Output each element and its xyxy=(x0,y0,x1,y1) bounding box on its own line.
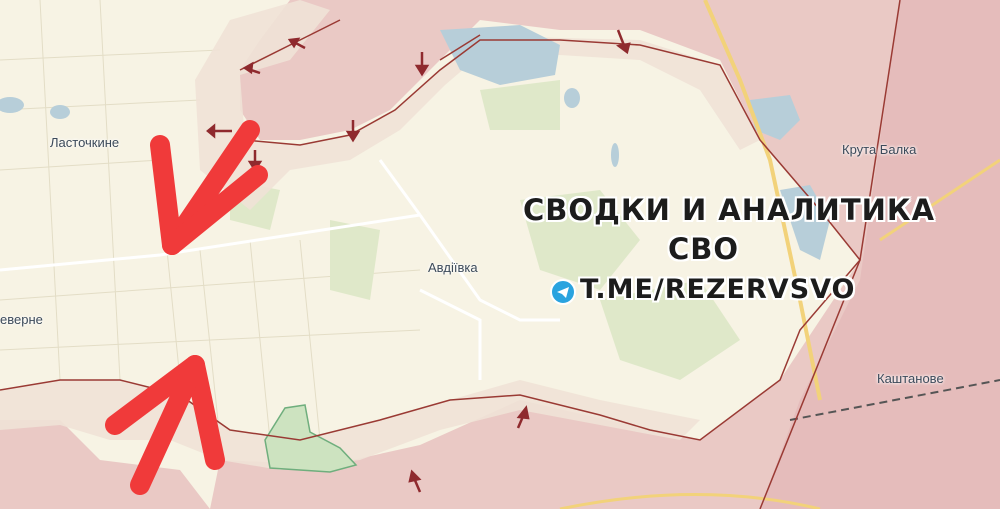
town-label-kruta-balka: Крута Балка xyxy=(842,142,917,157)
town-label-kashtanove: Каштанове xyxy=(877,371,944,386)
map-canvas xyxy=(0,0,1000,509)
town-label-lastochkyne: Ласточкине xyxy=(50,135,120,150)
watermark-title: СВОДКИ И АНАЛИТИКА xyxy=(523,193,936,227)
telegram-icon xyxy=(550,279,576,305)
town-label-avdiivka: Авдіївка xyxy=(428,260,478,275)
town-label-sieverne: еверне xyxy=(0,312,43,327)
map-view[interactable]: Ласточкине Авдіївка еверне Крута Балка К… xyxy=(0,0,1000,509)
watermark-link[interactable]: T.ME/REZERVSVO xyxy=(580,274,856,305)
watermark-subtitle: СВО xyxy=(668,232,740,266)
